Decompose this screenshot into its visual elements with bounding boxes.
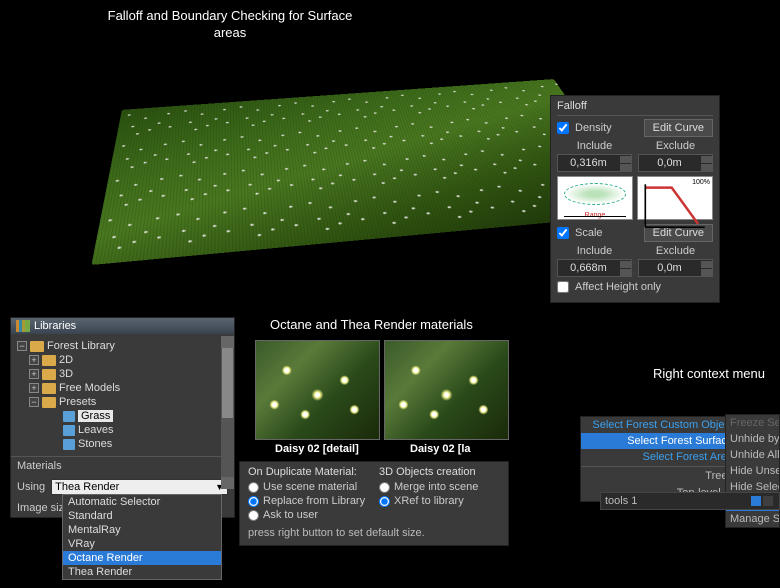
duplicate-header: On Duplicate Material: bbox=[248, 466, 369, 478]
scale-label: Scale bbox=[575, 227, 603, 239]
context-title: Right context menu bbox=[653, 366, 765, 381]
tree-leaf-leaves[interactable]: Leaves bbox=[17, 423, 230, 437]
using-label: Using bbox=[17, 481, 45, 493]
exclude-label-2: Exclude bbox=[638, 245, 713, 257]
expand-icon[interactable]: + bbox=[29, 355, 39, 365]
material-label-1: Daisy 02 [la bbox=[410, 443, 471, 455]
curve-preview bbox=[637, 176, 713, 220]
dup-opt-1[interactable]: Replace from Library bbox=[248, 495, 369, 507]
density-checkbox[interactable] bbox=[557, 122, 569, 134]
toolbar-indicator-dark[interactable] bbox=[763, 496, 773, 506]
context-menu-main[interactable]: Select Forest Custom Object Select Fores… bbox=[580, 416, 740, 502]
ctx-sub-unhide-name[interactable]: Unhide by N bbox=[726, 431, 779, 447]
folder-icon bbox=[30, 341, 44, 352]
ctx-sub-unhide-all[interactable]: Unhide All bbox=[726, 447, 779, 463]
tree-scrollbar[interactable] bbox=[221, 336, 234, 489]
scale-exclude-spinner[interactable]: 0,0m bbox=[638, 259, 713, 277]
scale-include-spinner[interactable]: 0,668m bbox=[557, 259, 632, 277]
options-panel: On Duplicate Material: Use scene materia… bbox=[239, 461, 509, 546]
library-tree[interactable]: −Forest Library +2D +3D +Free Models −Pr… bbox=[11, 334, 234, 456]
material-thumb-0[interactable] bbox=[255, 340, 380, 440]
material-label-0: Daisy 02 [detail] bbox=[275, 443, 359, 455]
edit-curve-density-button[interactable]: Edit Curve bbox=[644, 119, 713, 137]
materials-title: Octane and Thea Render materials bbox=[270, 317, 473, 332]
falloff-panel: Falloff Density Edit Curve Include Exclu… bbox=[550, 95, 720, 303]
file-icon bbox=[63, 425, 75, 436]
exclude-label: Exclude bbox=[638, 140, 713, 152]
obj-opt-0[interactable]: Merge into scene bbox=[379, 481, 500, 493]
folder-icon bbox=[42, 383, 56, 394]
dup-opt-2[interactable]: Ask to user bbox=[248, 509, 369, 521]
library-icon bbox=[16, 320, 30, 332]
materials-header: Materials bbox=[11, 456, 234, 475]
include-label: Include bbox=[557, 140, 632, 152]
toolbar-indicator-blue[interactable] bbox=[751, 496, 761, 506]
affect-height-label: Affect Height only bbox=[575, 281, 661, 293]
scale-checkbox[interactable] bbox=[557, 227, 569, 239]
libraries-titlebar: Libraries bbox=[11, 318, 234, 334]
falloff-header: Falloff bbox=[557, 100, 713, 112]
density-exclude-spinner[interactable]: 0,0m bbox=[638, 154, 713, 172]
collapse-icon[interactable]: − bbox=[17, 341, 27, 351]
include-label-2: Include bbox=[557, 245, 632, 257]
density-include-spinner[interactable]: 0,316m bbox=[557, 154, 632, 172]
material-thumb-1[interactable] bbox=[384, 340, 509, 440]
folder-icon bbox=[42, 397, 56, 408]
affect-height-checkbox[interactable] bbox=[557, 281, 569, 293]
folder-icon bbox=[42, 355, 56, 366]
expand-icon[interactable]: + bbox=[29, 383, 39, 393]
expand-icon[interactable]: + bbox=[29, 369, 39, 379]
ctx-trees[interactable]: Trees bbox=[581, 468, 739, 484]
renderer-dropdown[interactable]: Automatic Selector Standard MentalRay VR… bbox=[62, 494, 222, 580]
scroll-down-button[interactable] bbox=[221, 477, 234, 489]
scroll-up-button[interactable] bbox=[221, 336, 234, 348]
tree-node-free-models[interactable]: +Free Models bbox=[17, 381, 230, 395]
ctx-sub-manage[interactable]: Manage Sta bbox=[726, 511, 779, 527]
context-menu-sub[interactable]: Freeze Se Unhide by N Unhide All Hide Un… bbox=[725, 414, 780, 528]
file-icon bbox=[63, 411, 75, 422]
tree-node-presets[interactable]: −Presets bbox=[17, 395, 230, 409]
range-preview: Range bbox=[557, 176, 633, 220]
folder-icon bbox=[42, 369, 56, 380]
file-icon bbox=[63, 439, 75, 450]
obj-opt-1[interactable]: XRef to library bbox=[379, 495, 500, 507]
options-note: press right button to set default size. bbox=[248, 527, 500, 539]
tree-leaf-grass[interactable]: Grass bbox=[17, 409, 230, 423]
renderer-combobox[interactable]: Thea Render▼ bbox=[51, 479, 228, 495]
tree-node-3d[interactable]: +3D bbox=[17, 367, 230, 381]
page-heading: Falloff and Boundary Checking for Surfac… bbox=[90, 8, 370, 42]
option-vray[interactable]: VRay bbox=[63, 537, 221, 551]
objects-header: 3D Objects creation bbox=[379, 466, 500, 478]
dup-opt-0[interactable]: Use scene material bbox=[248, 481, 369, 493]
option-octane[interactable]: Octane Render bbox=[63, 551, 221, 565]
density-label: Density bbox=[575, 122, 612, 134]
option-auto[interactable]: Automatic Selector bbox=[63, 495, 221, 509]
option-mentalray[interactable]: MentalRay bbox=[63, 523, 221, 537]
option-thea[interactable]: Thea Render bbox=[63, 565, 221, 579]
tree-leaf-stones[interactable]: Stones bbox=[17, 437, 230, 451]
option-standard[interactable]: Standard bbox=[63, 509, 221, 523]
ctx-select-custom[interactable]: Select Forest Custom Object bbox=[581, 417, 739, 433]
collapse-icon[interactable]: − bbox=[29, 397, 39, 407]
ctx-select-area[interactable]: Select Forest Area bbox=[581, 449, 739, 465]
scroll-thumb[interactable] bbox=[222, 348, 233, 418]
libraries-panel: Libraries −Forest Library +2D +3D +Free … bbox=[10, 317, 235, 518]
ctx-sub-freeze: Freeze Se bbox=[726, 415, 779, 431]
ctx-sub-hide-unsel[interactable]: Hide Unsele bbox=[726, 463, 779, 479]
tree-node-2d[interactable]: +2D bbox=[17, 353, 230, 367]
ctx-select-surface[interactable]: Select Forest Surface bbox=[581, 433, 739, 449]
tools-bar[interactable]: tools 1 bbox=[600, 492, 780, 510]
